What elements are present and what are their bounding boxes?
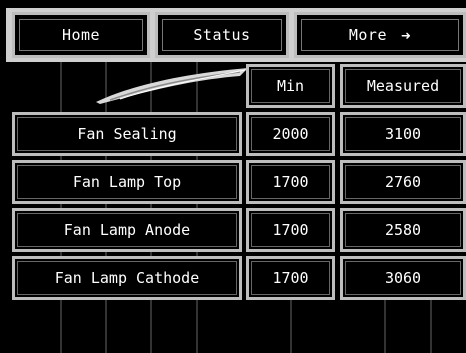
measured-value: 2760 [384, 173, 422, 191]
row-label-fan-lamp-cathode: Fan Lamp Cathode [54, 269, 200, 287]
table-row-label: Fan Sealing [12, 112, 242, 156]
table-cell-measured: 2760 [340, 160, 466, 204]
table-cell-min: 1700 [246, 160, 335, 204]
table-cell-min: 2000 [246, 112, 335, 156]
header-measured: Measured [340, 64, 466, 108]
measured-value: 2580 [384, 221, 422, 239]
table-cell-measured: 3100 [340, 112, 466, 156]
more-button-label: More [348, 26, 387, 44]
grid-line [290, 300, 292, 353]
header-measured-label: Measured [366, 77, 440, 95]
measured-value: 3100 [384, 125, 422, 143]
grid-line [430, 300, 432, 353]
min-value: 1700 [272, 173, 309, 191]
table-cell-measured: 2580 [340, 208, 466, 252]
row-label-fan-lamp-top: Fan Lamp Top [72, 173, 182, 191]
more-button[interactable]: More ➜ [294, 12, 466, 58]
min-value: 2000 [272, 125, 309, 143]
status-button-label: Status [193, 26, 251, 44]
header-min-label: Min [276, 77, 305, 95]
table-cell-min: 1700 [246, 208, 335, 252]
table-row-label: Fan Lamp Anode [12, 208, 242, 252]
table-row-label: Fan Lamp Top [12, 160, 242, 204]
table-cell-measured: 3060 [340, 256, 466, 300]
table-cell-min: 1700 [246, 256, 335, 300]
home-button-label: Home [61, 26, 101, 44]
row-label-fan-sealing: Fan Sealing [77, 125, 177, 143]
min-value: 1700 [272, 269, 309, 287]
screen: Home Status More ➜ Min Measured Fan Seal… [0, 0, 466, 353]
row-label-fan-lamp-anode: Fan Lamp Anode [63, 221, 191, 239]
swoosh-logo [96, 68, 248, 104]
arrow-right-icon: ➜ [400, 25, 412, 45]
header-min: Min [246, 64, 335, 108]
min-value: 1700 [272, 221, 309, 239]
status-button[interactable]: Status [155, 12, 289, 58]
grid-line [384, 300, 386, 353]
table-row-label: Fan Lamp Cathode [12, 256, 242, 300]
home-button[interactable]: Home [12, 12, 150, 58]
measured-value: 3060 [384, 269, 422, 287]
